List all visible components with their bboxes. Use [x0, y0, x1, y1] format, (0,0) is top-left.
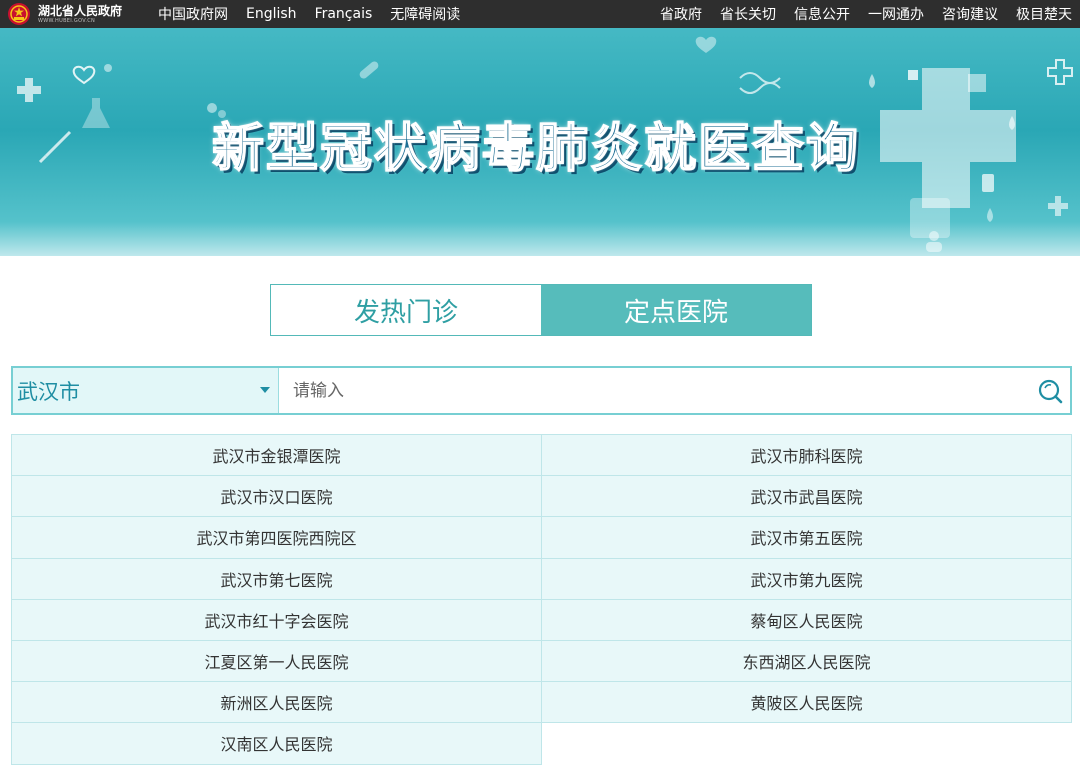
- hospital-item[interactable]: 东西湖区人民医院: [542, 640, 1072, 683]
- search-input[interactable]: [279, 368, 1030, 413]
- chevron-down-icon: [260, 387, 270, 393]
- nav-link-francais[interactable]: Français: [315, 6, 373, 22]
- hospital-item[interactable]: 汉南区人民医院: [12, 723, 542, 765]
- medical-cross-icon: [880, 68, 1016, 208]
- hospital-item[interactable]: 武汉市第七医院: [12, 558, 542, 600]
- nav-link-info-disclosure[interactable]: 信息公开: [794, 4, 850, 24]
- syringe-icon: [38, 130, 72, 164]
- city-select[interactable]: 武汉市: [13, 368, 279, 413]
- heart-icon: [72, 65, 96, 85]
- nav-link-gov-cn[interactable]: 中国政府网: [158, 4, 228, 24]
- nav-link-jimu[interactable]: 极目楚天: [1016, 4, 1072, 24]
- hospital-item[interactable]: 蔡甸区人民医院: [542, 599, 1072, 641]
- nav-link-english[interactable]: English: [246, 6, 297, 22]
- logo-url: WWW.HUBEI.GOV.CN: [38, 17, 96, 24]
- nav-right: 省政府 省长关切 信息公开 一网通办 咨询建议 极目楚天: [642, 0, 1072, 28]
- nav-link-consult[interactable]: 咨询建议: [942, 4, 998, 24]
- empty-cell: [542, 723, 1072, 765]
- nav-link-one-stop[interactable]: 一网通办: [868, 4, 924, 24]
- hospital-item[interactable]: 武汉市汉口医院: [12, 476, 542, 518]
- outline-cross-icon: [1047, 59, 1073, 85]
- hospital-item[interactable]: 武汉市金银潭医院: [12, 435, 542, 477]
- city-select-value: 武汉市: [17, 379, 80, 404]
- hospital-item[interactable]: 武汉市肺科医院: [542, 435, 1072, 477]
- logo-title: 湖北省人民政府: [38, 3, 123, 18]
- hospital-item[interactable]: 武汉市红十字会医院: [12, 599, 542, 641]
- tab-designated-hospital[interactable]: 定点医院: [541, 285, 811, 335]
- hospital-item[interactable]: 武汉市武昌医院: [542, 476, 1072, 518]
- hospital-item[interactable]: 新洲区人民医院: [12, 682, 542, 724]
- flask-icon: [82, 98, 110, 128]
- search-bar: 武汉市: [11, 366, 1072, 415]
- nav-left: 中国政府网 English Français 无障碍阅读: [158, 0, 478, 28]
- banner: 新型冠状病毒肺炎就医查询: [0, 28, 1080, 256]
- nav-link-province-gov[interactable]: 省政府: [660, 4, 702, 24]
- tab-fever-clinic[interactable]: 发热门诊: [271, 285, 541, 335]
- national-emblem-icon: [6, 2, 32, 26]
- category-tabs: 发热门诊 定点医院: [270, 284, 812, 336]
- hospital-item[interactable]: 武汉市第五医院: [542, 517, 1072, 559]
- nav-link-accessibility[interactable]: 无障碍阅读: [390, 4, 460, 24]
- top-nav-bar: 湖北省人民政府 WWW.HUBEI.GOV.CN 中国政府网 English F…: [0, 0, 1080, 28]
- site-logo[interactable]: 湖北省人民政府 WWW.HUBEI.GOV.CN: [6, 2, 122, 26]
- hospital-item[interactable]: 武汉市第九医院: [542, 558, 1072, 600]
- small-cross-icon: [17, 78, 41, 102]
- hospital-item[interactable]: 江夏区第一人民医院: [12, 640, 542, 683]
- hospital-item[interactable]: 武汉市第四医院西院区: [12, 517, 542, 559]
- search-icon[interactable]: [1030, 368, 1070, 413]
- nav-link-governor-concern[interactable]: 省长关切: [720, 4, 776, 24]
- dna-icon: [739, 72, 781, 94]
- banner-title: 新型冠状病毒肺炎就医查询: [211, 118, 861, 180]
- hospital-item[interactable]: 黄陂区人民医院: [542, 682, 1072, 724]
- hospital-list: 武汉市金银潭医院 武汉市肺科医院 武汉市汉口医院 武汉市武昌医院 武汉市第四医院…: [11, 434, 1072, 765]
